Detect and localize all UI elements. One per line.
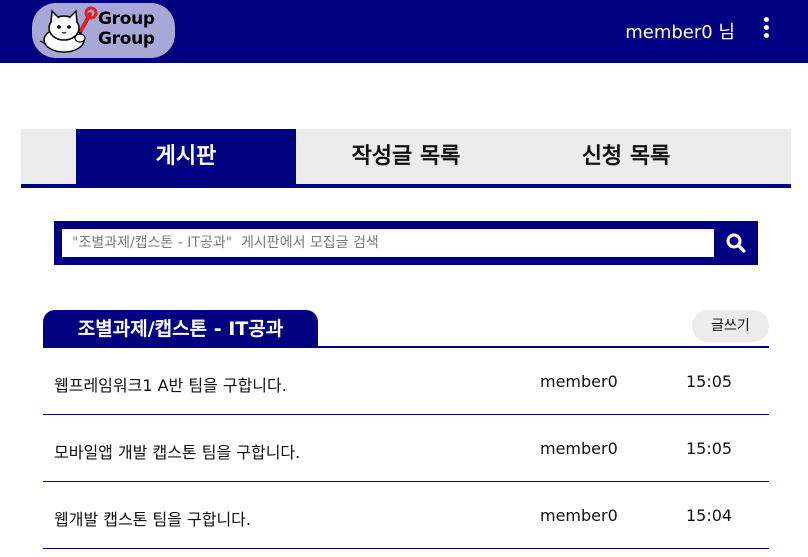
tab-board[interactable]: 게시판 [76, 129, 296, 184]
post-row[interactable]: 웹프레임워크1 A반 팀을 구합니다. member0 15:05 [43, 348, 769, 415]
post-title[interactable]: 모바일앱 개발 캡스톤 팀을 구합니다. [54, 439, 300, 463]
search-icon[interactable] [722, 229, 750, 257]
post-author: member0 [540, 372, 618, 391]
write-post-button[interactable]: 글쓰기 [692, 310, 769, 342]
search-input[interactable] [62, 229, 714, 257]
post-author: member0 [540, 439, 618, 458]
post-title[interactable]: 웹프레임워크1 A반 팀을 구합니다. [54, 372, 287, 396]
app-logo[interactable]: Group Group [32, 3, 175, 58]
post-row[interactable]: 웹개발 캡스톤 팀을 구합니다. member0 15:04 [43, 482, 769, 549]
kebab-menu-icon[interactable] [762, 17, 770, 43]
search-bar [54, 221, 758, 265]
post-time: 15:05 [686, 439, 733, 458]
top-header: Group Group member0 님 [0, 0, 808, 63]
post-author: member0 [540, 506, 618, 525]
tab-my-posts[interactable]: 작성글 목록 [296, 129, 516, 184]
post-time: 15:05 [686, 372, 733, 391]
post-row[interactable]: 모바일앱 개발 캡스톤 팀을 구합니다. member0 15:05 [43, 415, 769, 482]
logo-text: Group Group [98, 9, 168, 49]
cat-mascot-icon [39, 6, 98, 53]
logo-text-line1: Group [98, 9, 155, 29]
board-title: 조별과제/캡스톤 - IT공과 [43, 310, 318, 346]
board-tabs: 게시판 작성글 목록 신청 목록 [21, 129, 791, 188]
post-time: 15:04 [686, 506, 733, 525]
user-name-label[interactable]: member0 님 [625, 18, 735, 44]
post-title[interactable]: 웹개발 캡스톤 팀을 구합니다. [54, 506, 251, 530]
tab-applications[interactable]: 신청 목록 [516, 129, 736, 184]
logo-text-line2: Group [98, 29, 155, 49]
